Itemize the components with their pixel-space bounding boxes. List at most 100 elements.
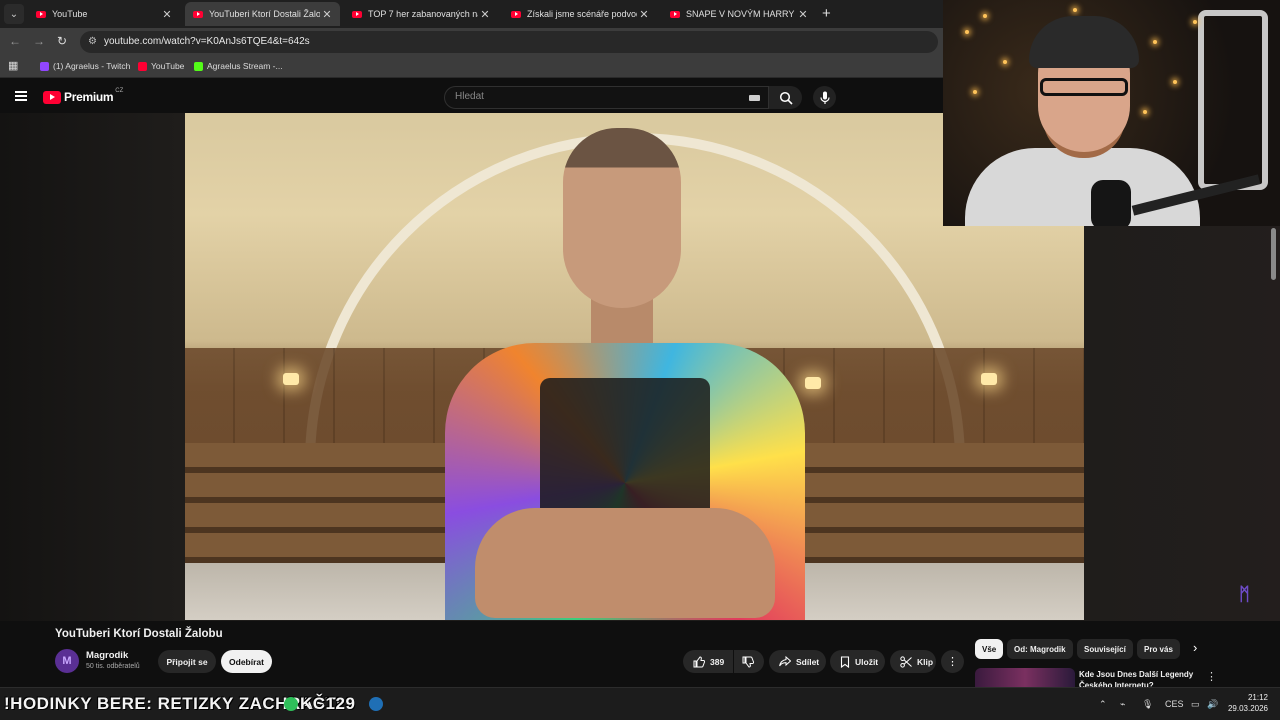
fairy-light: [1143, 110, 1147, 114]
steam-icon[interactable]: [369, 697, 383, 711]
dislike-button[interactable]: [734, 650, 764, 673]
wall-lamp: [805, 377, 821, 389]
tab-label: Získali jsme scénáře podvodník: [527, 9, 637, 19]
channel-name[interactable]: Magrodik: [86, 650, 128, 661]
bookmarks-bar: ▦ (1) Agraelus - Twitch YouTube Agraelus…: [0, 56, 944, 78]
recommendation-thumbnail[interactable]: [975, 668, 1075, 688]
tab-label: TOP 7 her zabanovaných na Ste: [368, 9, 478, 19]
tab-top7[interactable]: TOP 7 her zabanovaných na Ste ✕: [344, 2, 498, 26]
save-button[interactable]: Uložit: [830, 650, 885, 673]
clock-date[interactable]: 29.03.2026: [1222, 704, 1268, 713]
tray-chevron-up-icon[interactable]: ⌃: [1099, 699, 1107, 710]
url-field[interactable]: ⚙ youtube.com/watch?v=K0AnJs6TQE4&t=642s: [80, 31, 938, 53]
bookmark-icon: [840, 655, 850, 668]
clock-time[interactable]: 21:12: [1234, 693, 1268, 702]
stream-ticker-price: KČ129: [300, 694, 356, 713]
browser-tab-strip: ⌄ YouTube ✕ YouTuberi Ktorí Dostali Žalo…: [0, 0, 944, 28]
youtube-favicon-icon: [352, 10, 362, 18]
bookmark-twitch[interactable]: (1) Agraelus - Twitch: [40, 61, 130, 71]
wall-lamp: [981, 373, 997, 385]
tab-podvodnik[interactable]: Získali jsme scénáře podvodník ✕: [503, 2, 657, 26]
presenter-crossed-arms: [475, 508, 775, 618]
logo-text: Premium: [64, 90, 114, 104]
presenter: [445, 128, 805, 620]
tab-close-icon[interactable]: ✕: [160, 8, 174, 21]
tab-current-video[interactable]: YouTuberi Ktorí Dostali Žalobu ✕: [185, 2, 340, 26]
bookmark-youtube[interactable]: YouTube: [138, 61, 184, 71]
tab-youtube[interactable]: YouTube ✕: [28, 2, 180, 26]
network-icon[interactable]: ⌁: [1120, 699, 1125, 710]
voice-search-button[interactable]: [813, 86, 836, 109]
avatar-letter: M: [62, 655, 72, 667]
scissors-icon: [900, 655, 912, 668]
background-chair: [1198, 10, 1268, 190]
youtube-favicon-icon: [511, 10, 521, 18]
language-indicator[interactable]: CES: [1165, 699, 1184, 709]
join-button[interactable]: Připojit se: [158, 650, 216, 673]
youtube-favicon-icon: [36, 10, 46, 18]
share-icon: [779, 656, 791, 667]
new-tab-button[interactable]: +: [822, 5, 831, 22]
chip-from-channel[interactable]: Od: Magrodik: [1007, 639, 1073, 659]
more-actions-button[interactable]: ⋮: [941, 650, 964, 673]
fairy-light: [973, 90, 977, 94]
like-button[interactable]: 389: [683, 650, 733, 673]
tab-search-button[interactable]: ⌄: [4, 4, 24, 24]
fairy-light: [1173, 80, 1177, 84]
display-icon[interactable]: ▭: [1191, 699, 1200, 710]
tab-close-icon[interactable]: ✕: [796, 8, 810, 21]
fairy-light: [1003, 60, 1007, 64]
tab-close-icon[interactable]: ✕: [478, 8, 492, 21]
channel-watermark-icon[interactable]: ᛗ: [1239, 584, 1250, 605]
youtube-play-logo-icon: [43, 90, 61, 104]
tab-close-icon[interactable]: ✕: [637, 8, 651, 21]
streamer-cap: [1029, 16, 1139, 68]
microphone-tray-icon[interactable]: 🎙: [1142, 699, 1153, 710]
kick-icon: [194, 61, 203, 71]
fairy-light: [1153, 40, 1157, 44]
search-input[interactable]: [455, 91, 735, 102]
chip-for-you[interactable]: Pro vás: [1137, 639, 1180, 659]
chevron-right-icon[interactable]: ›: [1193, 640, 1197, 655]
back-arrow-icon[interactable]: ←: [9, 34, 21, 48]
reload-icon[interactable]: ↻: [57, 34, 67, 48]
url-text: youtube.com/watch?v=K0AnJs6TQE4&t=642s: [104, 36, 310, 47]
twitch-icon: [40, 61, 49, 71]
menu-icon[interactable]: [15, 91, 27, 101]
bookmark-kick[interactable]: Agraelus Stream -...: [194, 61, 283, 71]
keyboard-icon[interactable]: [749, 95, 760, 101]
fairy-light: [983, 14, 987, 18]
streamer-shirt: [965, 148, 1200, 226]
site-info-icon[interactable]: ⚙: [88, 36, 97, 47]
fairy-light: [1193, 20, 1197, 24]
video-title: YouTuberi Ktorí Dostali Žalobu: [55, 628, 223, 640]
apps-grid-icon[interactable]: ▦: [8, 59, 18, 72]
page-scrollbar[interactable]: [1271, 228, 1276, 280]
channel-avatar[interactable]: M: [55, 649, 79, 673]
tab-label: YouTuberi Ktorí Dostali Žalobu: [209, 9, 320, 19]
logo-country-code: CZ: [115, 88, 124, 94]
youtube-icon: [138, 61, 147, 71]
tab-close-icon[interactable]: ✕: [320, 8, 334, 21]
bookmark-label: Agraelus Stream -...: [207, 61, 283, 71]
clip-label: Klip: [917, 656, 934, 667]
youtube-premium-logo[interactable]: Premium CZ: [43, 88, 124, 104]
like-count: 389: [710, 656, 725, 667]
forward-arrow-icon[interactable]: →: [33, 34, 45, 48]
chip-all[interactable]: Vše: [975, 639, 1004, 659]
microphone-icon: [819, 91, 830, 104]
youtube-favicon-icon: [193, 10, 203, 18]
spotify-icon[interactable]: [284, 697, 298, 711]
share-button[interactable]: Sdílet: [769, 650, 826, 673]
save-label: Uložit: [855, 656, 879, 667]
search-button[interactable]: [769, 86, 802, 109]
chip-related[interactable]: Související: [1077, 639, 1133, 659]
volume-icon[interactable]: 🔊: [1207, 699, 1218, 710]
subscribe-button[interactable]: Odebírat: [221, 650, 272, 673]
recommendation-menu-icon[interactable]: ⋮: [1206, 670, 1217, 683]
thumbs-down-icon: [742, 656, 754, 668]
tab-snape[interactable]: SNAPE V NOVÝM HARRY POTT ✕: [662, 2, 816, 26]
clip-button[interactable]: Klip: [890, 650, 936, 673]
streamer-glasses: [1040, 78, 1128, 96]
youtube-header: Premium CZ: [0, 81, 943, 113]
